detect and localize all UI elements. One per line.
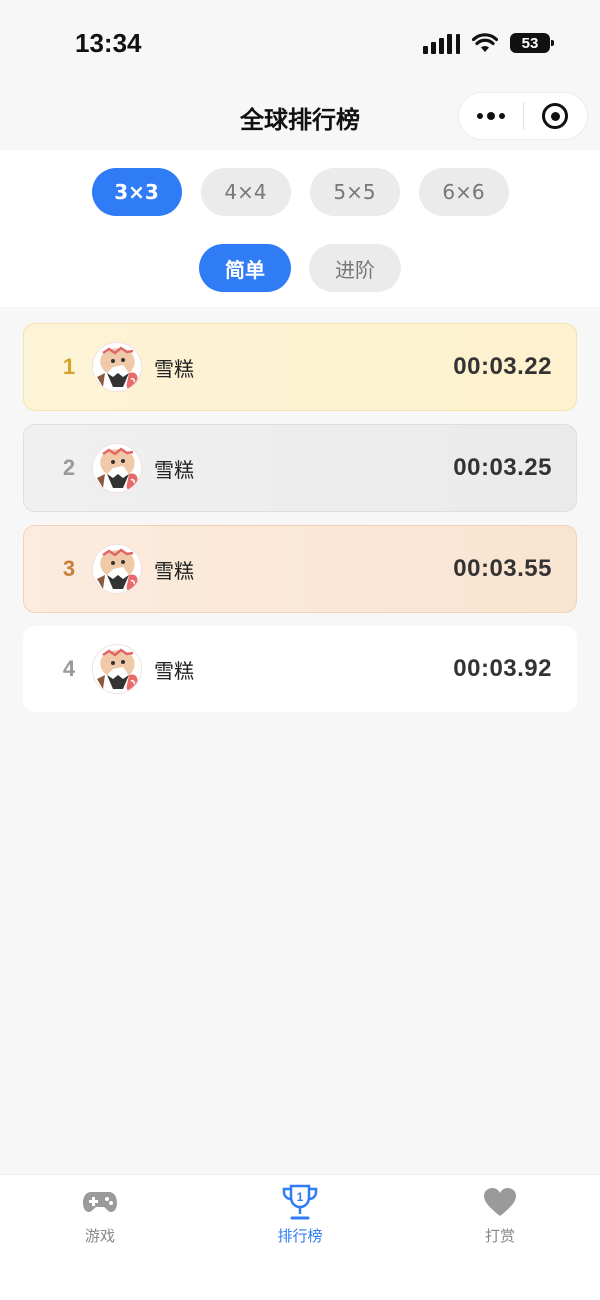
more-button[interactable] [459, 92, 523, 140]
player-name: 雪糕 [154, 356, 194, 381]
rank-number: 2 [62, 455, 76, 480]
ranking-row[interactable]: 1 雪糕 00:03.22 [23, 323, 577, 411]
battery-icon: 53 [510, 33, 554, 53]
mode-tab-advanced[interactable]: 进阶 [309, 244, 401, 292]
rank-number: 1 [62, 354, 76, 379]
gamepad-icon [80, 1183, 120, 1221]
player-name: 雪糕 [154, 457, 194, 482]
ranking-row[interactable]: 2 雪糕 00:03.25 [23, 424, 577, 512]
ranking-list: 1 雪糕 00:03.22 2 雪糕 00:03.25 3 雪糕 00:03.5… [23, 323, 577, 725]
rank-number: 3 [62, 556, 76, 581]
size-tab-6x6[interactable]: 6×6 [418, 168, 509, 216]
status-icons: 53 [423, 32, 554, 54]
tab-donate[interactable]: 打赏 [440, 1183, 560, 1253]
bottom-tab-bar: 游戏 1 排行榜 打赏 [0, 1174, 600, 1300]
tab-label: 游戏 [84, 1227, 115, 1245]
more-dot-icon [486, 112, 495, 120]
tab-label: 打赏 [484, 1227, 515, 1245]
mode-tab-easy[interactable]: 简单 [199, 244, 291, 292]
filter-panel: 3×3 4×4 5×5 6×6 简单 进阶 [0, 150, 600, 307]
player-name: 雪糕 [154, 558, 194, 583]
avatar [92, 342, 142, 392]
tab-leaderboard[interactable]: 1 排行榜 [240, 1183, 360, 1253]
miniprogram-capsule [458, 92, 588, 140]
finish-time: 00:03.22 [453, 353, 552, 380]
close-miniprogram-button[interactable] [524, 92, 588, 140]
battery-level: 53 [521, 34, 539, 52]
status-bar: 13:34 53 [0, 0, 600, 88]
size-tab-3x3[interactable]: 3×3 [91, 168, 182, 216]
svg-text:1: 1 [297, 1190, 304, 1204]
wifi-icon [472, 33, 498, 52]
avatar [92, 644, 142, 694]
size-tab-4x4[interactable]: 4×4 [200, 168, 291, 216]
tab-game[interactable]: 游戏 [40, 1183, 160, 1253]
difficulty-tabs: 简单 进阶 [0, 244, 600, 292]
heart-icon [480, 1183, 520, 1221]
size-tab-5x5[interactable]: 5×5 [309, 168, 400, 216]
rank-number: 4 [62, 656, 76, 681]
avatar [92, 443, 142, 493]
ranking-row[interactable]: 3 雪糕 00:03.55 [23, 525, 577, 613]
nav-header: 全球排行榜 [0, 88, 600, 150]
avatar [92, 544, 142, 594]
ranking-row[interactable]: 4 雪糕 00:03.92 [23, 626, 577, 712]
target-icon [542, 103, 569, 129]
finish-time: 00:03.55 [453, 555, 552, 582]
tab-label: 排行榜 [277, 1227, 323, 1245]
finish-time: 00:03.92 [453, 655, 552, 682]
status-time: 13:34 [75, 28, 142, 58]
trophy-icon: 1 [280, 1183, 320, 1221]
more-dot-icon [476, 113, 483, 119]
cellular-signal-icon [423, 32, 460, 54]
grid-size-tabs: 3×3 4×4 5×5 6×6 [0, 168, 600, 216]
player-name: 雪糕 [154, 658, 194, 683]
finish-time: 00:03.25 [453, 454, 552, 481]
more-dot-icon [498, 113, 505, 119]
